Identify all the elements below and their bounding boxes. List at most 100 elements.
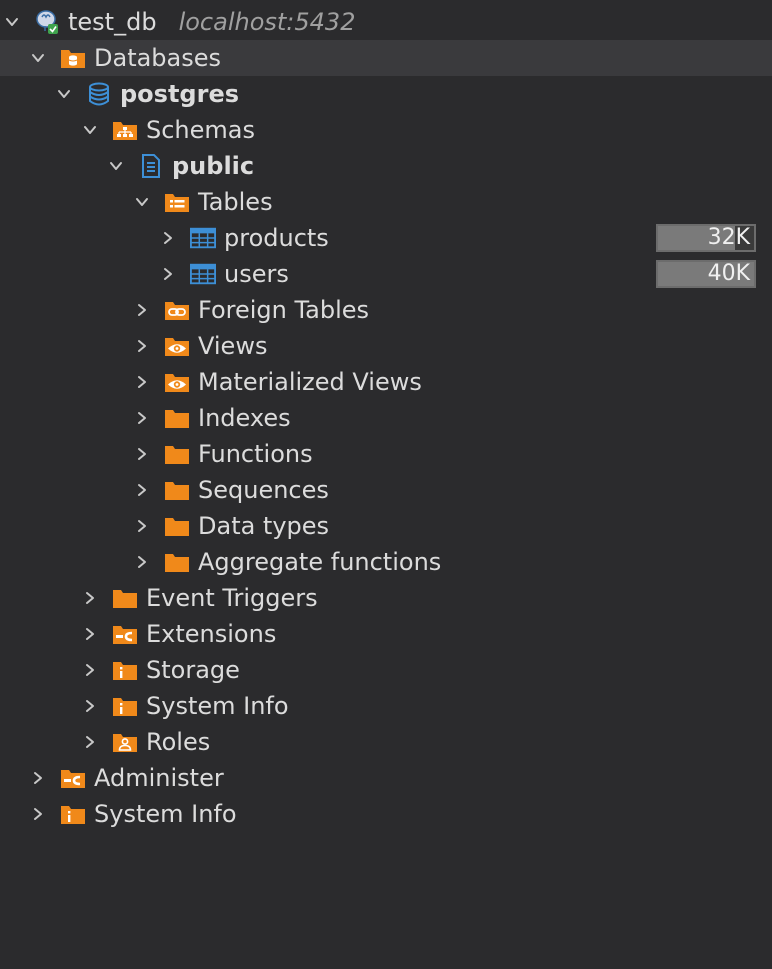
tree-row-label-text: Schemas <box>146 116 255 144</box>
chevron-right-icon[interactable] <box>160 230 176 246</box>
tree-row-aggregate-functions[interactable]: Aggregate functions <box>0 544 772 580</box>
tree-row-materialized-views[interactable]: Materialized Views <box>0 364 772 400</box>
chevron-right-icon[interactable] <box>82 662 98 678</box>
tree-row-label: Databases <box>94 40 221 76</box>
extensions-folder-icon <box>112 621 138 647</box>
chevron-down-icon[interactable] <box>56 86 72 102</box>
tree-row-products[interactable]: products 32K <box>0 220 772 256</box>
chevron-down-icon[interactable] <box>30 50 46 66</box>
tree-row-public[interactable]: public <box>0 148 772 184</box>
chevron-right-icon[interactable] <box>82 698 98 714</box>
tree-row-label-text: Data types <box>198 512 330 540</box>
chevron-right-icon[interactable] <box>134 374 150 390</box>
tree-row-data-types[interactable]: Data types <box>0 508 772 544</box>
tree-row-databases[interactable]: Databases <box>0 40 772 76</box>
tree-row-label-text: Indexes <box>198 404 291 432</box>
tree-row-label-text: Databases <box>94 44 222 72</box>
tree-row-label-text: Tables <box>198 188 273 216</box>
tree-row-administer[interactable]: Administer <box>0 760 772 796</box>
tree-row-storage[interactable]: Storage <box>0 652 772 688</box>
tree-row-label-text: products <box>224 224 329 252</box>
tree-row-label-text: Administer <box>94 764 224 792</box>
tree-row-system-info[interactable]: System Info <box>0 688 772 724</box>
tree-row-label-text: Event Triggers <box>146 584 318 612</box>
tree-row-label: Roles <box>146 724 210 760</box>
tree-row-label: Sequences <box>198 472 329 508</box>
tree-row-label: public <box>172 148 254 184</box>
tree-row-test-db[interactable]: test_db localhost:5432 <box>0 4 772 40</box>
chevron-down-icon[interactable] <box>82 122 98 138</box>
table-size-text: 32K <box>707 225 750 250</box>
chevron-right-icon[interactable] <box>82 734 98 750</box>
tree-row-postgres[interactable]: postgres <box>0 76 772 112</box>
tree-row-foreign-tables[interactable]: Foreign Tables <box>0 292 772 328</box>
tree-row-label: Data types <box>198 508 329 544</box>
tree-row-label: Foreign Tables <box>198 292 369 328</box>
chevron-right-icon[interactable] <box>134 482 150 498</box>
tree-row-label-text: System Info <box>94 800 237 828</box>
tree-row-extensions[interactable]: Extensions <box>0 616 772 652</box>
connection-host-label: localhost:5432 <box>178 8 356 36</box>
tree-row-event-triggers[interactable]: Event Triggers <box>0 580 772 616</box>
tree-row-label-text: Views <box>198 332 268 360</box>
postgresql-connection-icon <box>34 9 60 35</box>
tree-row-label-text: Sequences <box>198 476 329 504</box>
table-size-badge: 40K <box>656 260 756 288</box>
info-folder-icon <box>60 801 86 827</box>
tree-row-schemas[interactable]: Schemas <box>0 112 772 148</box>
table-size-badge: 32K <box>656 224 756 252</box>
chevron-right-icon[interactable] <box>82 626 98 642</box>
chevron-down-icon[interactable] <box>108 158 124 174</box>
roles-folder-icon <box>112 729 138 755</box>
chevron-right-icon[interactable] <box>134 446 150 462</box>
database-navigator-tree: test_db localhost:5432 Databases postgres Sc… <box>0 0 772 969</box>
tables-folder-icon <box>164 189 190 215</box>
tree-row-sequences[interactable]: Sequences <box>0 472 772 508</box>
chevron-right-icon[interactable] <box>134 518 150 534</box>
tree-row-label: Functions <box>198 436 313 472</box>
chevron-right-icon[interactable] <box>160 266 176 282</box>
tree-row-label: Schemas <box>146 112 255 148</box>
tree-row-label: Storage <box>146 652 240 688</box>
chevron-right-icon[interactable] <box>134 410 150 426</box>
tree-row-users[interactable]: users 40K <box>0 256 772 292</box>
folder-icon <box>164 549 190 575</box>
tree-row-label: Administer <box>94 760 224 796</box>
table-size-text: 40K <box>707 261 750 286</box>
chevron-down-icon[interactable] <box>4 14 20 30</box>
tree-row-label-text: users <box>224 260 289 288</box>
tree-row-label-text: public <box>172 152 255 180</box>
tree-row-label: Materialized Views <box>198 364 422 400</box>
folder-icon <box>164 405 190 431</box>
tree-row-label-text: Foreign Tables <box>198 296 370 324</box>
administer-folder-icon <box>60 765 86 791</box>
views-folder-icon <box>164 333 190 359</box>
tree-row-label-text: Roles <box>146 728 211 756</box>
folder-icon <box>112 585 138 611</box>
tree-row-system-info[interactable]: System Info <box>0 796 772 832</box>
tree-row-label-text: Materialized Views <box>198 368 422 396</box>
chevron-right-icon[interactable] <box>30 770 46 786</box>
tree-row-functions[interactable]: Functions <box>0 436 772 472</box>
tree-row-label-text: Storage <box>146 656 240 684</box>
tree-row-label: products <box>224 220 329 256</box>
tree-row-indexes[interactable]: Indexes <box>0 400 772 436</box>
chevron-right-icon[interactable] <box>134 554 150 570</box>
chevron-down-icon[interactable] <box>134 194 150 210</box>
chevron-right-icon[interactable] <box>134 338 150 354</box>
folder-icon <box>164 477 190 503</box>
tree-row-views[interactable]: Views <box>0 328 772 364</box>
chevron-right-icon[interactable] <box>82 590 98 606</box>
databases-folder-icon <box>60 45 86 71</box>
tree-row-label: Event Triggers <box>146 580 318 616</box>
tree-row-tables[interactable]: Tables <box>0 184 772 220</box>
tree-row-label: System Info <box>94 796 237 832</box>
tree-row-label: Views <box>198 328 267 364</box>
chevron-right-icon[interactable] <box>134 302 150 318</box>
tree-row-roles[interactable]: Roles <box>0 724 772 760</box>
chevron-right-icon[interactable] <box>30 806 46 822</box>
foreign-tables-folder-icon <box>164 297 190 323</box>
tree-row-label-text: test_db <box>68 8 157 36</box>
table-icon <box>190 261 216 287</box>
materialized-views-folder-icon <box>164 369 190 395</box>
